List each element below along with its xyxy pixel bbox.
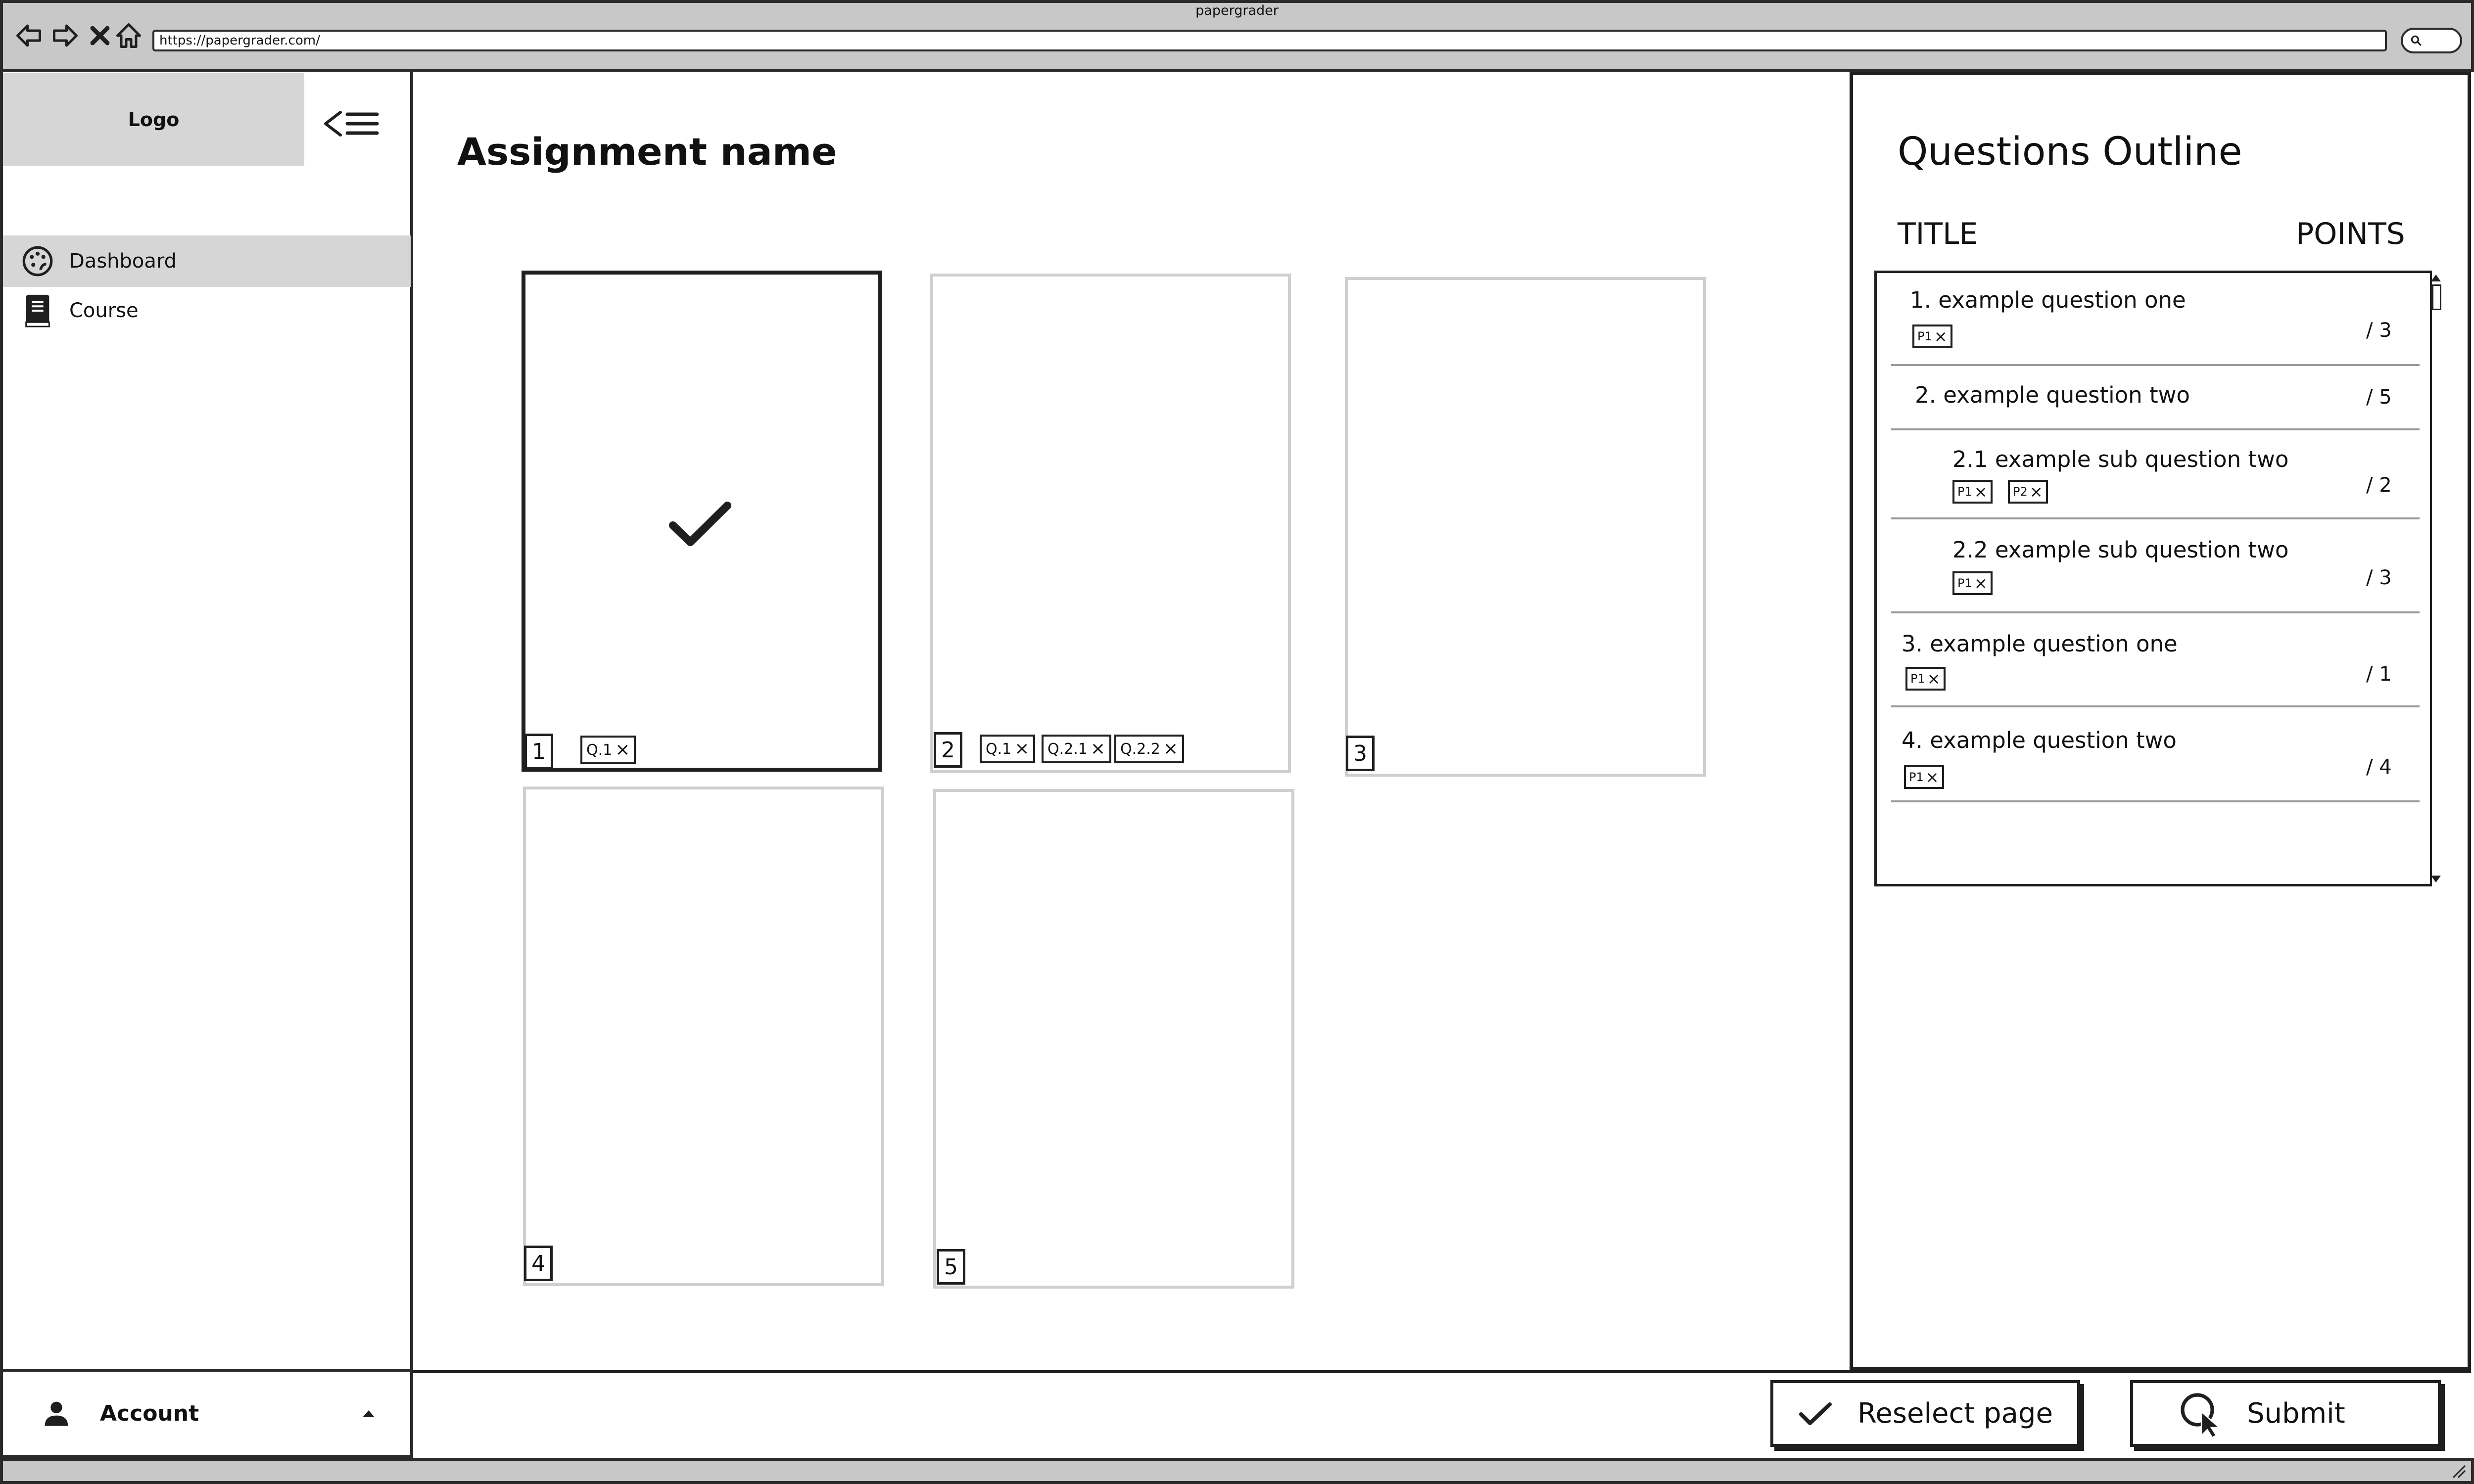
question-row[interactable]	[1891, 519, 2420, 613]
question-title: 2. example question two	[1915, 382, 2190, 408]
browser-title: papergrader	[1195, 3, 1279, 18]
column-header-title: TITLE	[1898, 217, 1978, 251]
sidebar-item-label: Course	[69, 299, 139, 322]
book-icon	[18, 291, 57, 330]
reselect-page-button[interactable]: Reselect page	[1770, 1380, 2080, 1447]
question-points: / 4	[2366, 756, 2392, 779]
remove-tag-icon[interactable]: ×	[1163, 740, 1178, 758]
page-tag[interactable]: P2 ×	[2008, 480, 2048, 504]
page-thumbnail-5[interactable]	[933, 789, 1294, 1289]
remove-tag-icon[interactable]: ×	[1974, 484, 1988, 500]
column-header-points: POINTS	[2296, 217, 2405, 251]
collapse-menu-button[interactable]	[319, 101, 383, 146]
page-number: 4	[524, 1246, 553, 1281]
page-tag-label: P1	[1957, 576, 1972, 590]
question-tag-label: Q.1	[586, 741, 613, 759]
user-icon	[43, 1399, 70, 1427]
page-thumbnail-2[interactable]	[930, 274, 1291, 773]
question-points: / 3	[2366, 566, 2392, 589]
resize-grip-icon[interactable]	[2448, 1464, 2466, 1479]
submit-button[interactable]: Submit	[2130, 1380, 2441, 1447]
account-menu[interactable]: Account	[0, 1369, 413, 1458]
question-row[interactable]	[1891, 430, 2420, 519]
question-points: / 5	[2366, 386, 2392, 409]
question-points: / 1	[2366, 663, 2392, 686]
page-number: 1	[524, 734, 553, 769]
page-tag[interactable]: P1 ×	[1912, 325, 1952, 348]
question-title: 1. example question one	[1910, 287, 2186, 313]
question-tag[interactable]: Q.1 ×	[980, 735, 1036, 763]
cursor-click-icon	[2178, 1390, 2225, 1438]
sidebar-item-course[interactable]: Course	[3, 285, 411, 336]
page-tag[interactable]: P1 ×	[1952, 571, 1993, 595]
remove-tag-icon[interactable]: ×	[615, 741, 630, 759]
remove-tag-icon[interactable]: ×	[2030, 484, 2043, 500]
page-tag-label: P1	[1910, 672, 1925, 686]
question-tag-label: Q.1	[986, 740, 1012, 758]
question-title: 2.1 example sub question two	[1952, 446, 2289, 472]
question-title: 2.2 example sub question two	[1952, 537, 2289, 563]
question-points: / 2	[2366, 474, 2392, 497]
question-tag-label: Q.2.1	[1047, 740, 1088, 758]
page-tag[interactable]: P1 ×	[1905, 667, 1946, 691]
logo: Logo	[3, 73, 304, 166]
submit-label: Submit	[2247, 1397, 2345, 1430]
page-number: 3	[1346, 736, 1375, 771]
remove-tag-icon[interactable]: ×	[1014, 740, 1029, 758]
scrollbar-thumb[interactable]	[2432, 284, 2441, 310]
page-number: 2	[934, 732, 962, 768]
page-tag-label: P1	[1917, 329, 1932, 343]
caret-up-icon	[362, 1408, 376, 1418]
scrollbar[interactable]	[2430, 271, 2443, 886]
remove-tag-icon[interactable]: ×	[1974, 575, 1988, 591]
sidebar-item-label: Dashboard	[69, 250, 177, 273]
page-tag-label: P2	[2013, 485, 2028, 499]
question-tag[interactable]: Q.2.2 ×	[1114, 735, 1185, 763]
scroll-down-arrow-icon[interactable]	[2431, 876, 2441, 882]
sidebar-item-dashboard[interactable]: Dashboard	[3, 235, 411, 287]
page-thumbnail-3[interactable]	[1345, 277, 1706, 777]
question-tag[interactable]: Q.2.1 ×	[1042, 735, 1112, 763]
palette-icon	[18, 241, 57, 281]
page-tag[interactable]: P1 ×	[1904, 765, 1944, 789]
stop-icon[interactable]	[84, 20, 116, 51]
page-tag-label: P1	[1909, 770, 1924, 784]
question-points: / 3	[2366, 319, 2392, 342]
outline-title: Questions Outline	[1898, 130, 2242, 174]
question-row[interactable]	[1891, 707, 2420, 802]
browser-status-bar	[0, 1458, 2474, 1484]
browser-search-field[interactable]	[2401, 28, 2462, 53]
remove-tag-icon[interactable]: ×	[1926, 769, 1939, 785]
forward-arrow-icon[interactable]	[49, 20, 81, 51]
back-arrow-icon[interactable]	[13, 20, 45, 51]
scroll-up-arrow-icon[interactable]	[2431, 275, 2441, 281]
question-row[interactable]	[1891, 613, 2420, 707]
checkmark-icon	[1798, 1400, 1833, 1427]
url-bar[interactable]: https://papergrader.com/	[152, 30, 2387, 51]
page-thumbnail-4[interactable]	[523, 787, 884, 1286]
home-icon[interactable]	[113, 20, 144, 51]
question-tag-label: Q.2.2	[1120, 740, 1160, 758]
page-title: Assignment name	[457, 130, 837, 174]
collapse-menu-icon	[324, 111, 379, 137]
remove-tag-icon[interactable]: ×	[1934, 328, 1948, 344]
remove-tag-icon[interactable]: ×	[1927, 671, 1941, 687]
page-number: 5	[937, 1249, 965, 1285]
question-title: 4. example question two	[1902, 727, 2177, 753]
search-icon	[2411, 35, 2422, 46]
remove-tag-icon[interactable]: ×	[1091, 740, 1105, 758]
page-tag-label: P1	[1957, 485, 1972, 499]
page-tag[interactable]: P1 ×	[1952, 480, 1993, 504]
reselect-page-label: Reselect page	[1857, 1397, 2053, 1430]
account-label: Account	[100, 1400, 199, 1426]
question-title: 3. example question one	[1902, 631, 2178, 657]
checkmark-icon	[668, 500, 732, 551]
question-tag[interactable]: Q.1 ×	[580, 736, 636, 764]
